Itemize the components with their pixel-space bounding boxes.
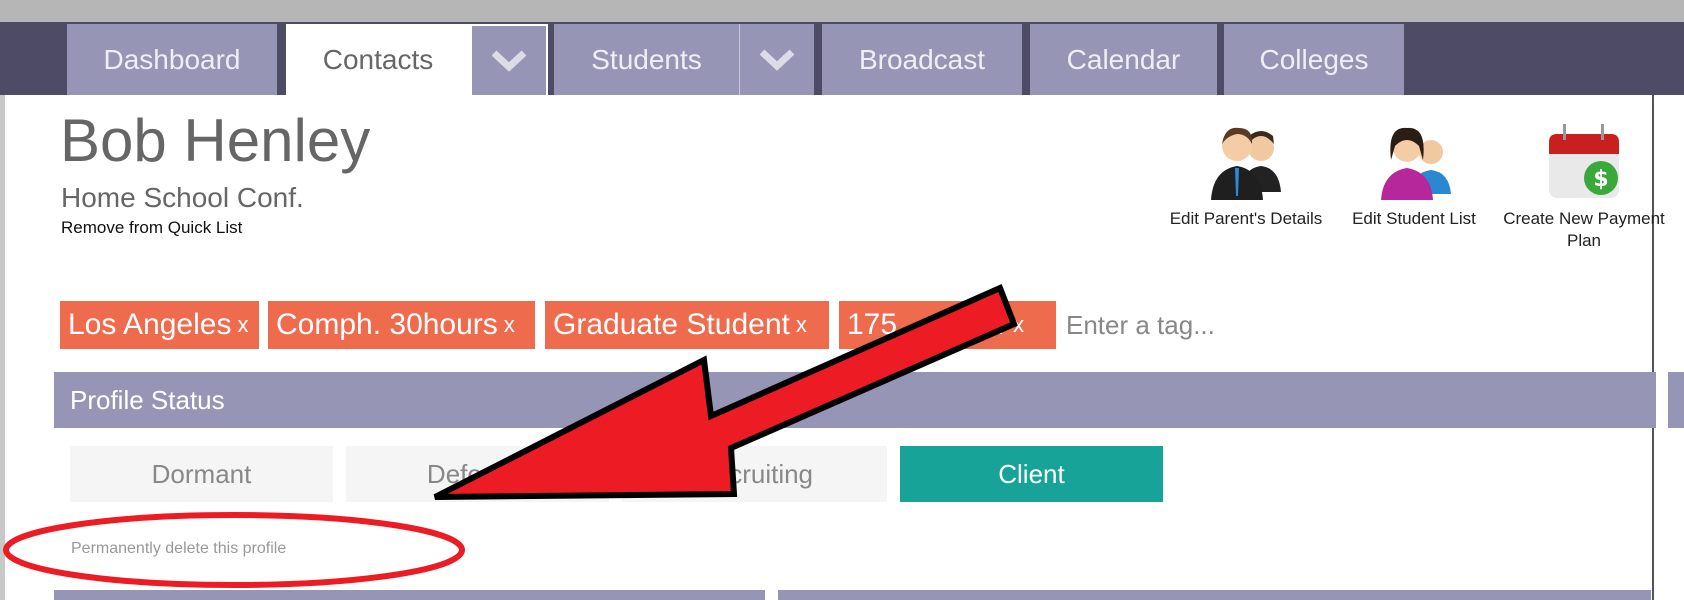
svg-text:$: $ (1593, 167, 1608, 192)
action-label: Edit Student List (1352, 209, 1476, 228)
action-label: Edit Parent's Details (1169, 209, 1323, 228)
tag-comph-30hours: Comph. 30hours x (268, 301, 535, 349)
remove-tag-icon[interactable]: x (237, 312, 248, 338)
remove-from-quick-list-link[interactable]: Remove from Quick List (61, 218, 242, 238)
tag-input[interactable] (1066, 305, 1366, 345)
status-recruiting-button[interactable]: Recruiting (622, 446, 887, 502)
contact-name: Bob Henley (60, 107, 371, 174)
section-title: Profile Status (70, 384, 225, 415)
tag-label: Los Angeles (68, 308, 232, 341)
tag-graduate-student: Graduate Student x (545, 301, 829, 349)
remove-tag-icon[interactable]: x (796, 312, 807, 338)
tab-students[interactable]: Students (554, 24, 739, 95)
tab-contacts[interactable]: Contacts (286, 24, 470, 95)
create-new-payment-plan-button[interactable]: $ Create New Payment Plan (1499, 120, 1669, 252)
payment-calendar-icon: $ (1549, 124, 1619, 198)
edit-parents-details-button[interactable]: Edit Parent's Details (1161, 120, 1331, 230)
tag-label: 175 ar (847, 308, 1008, 341)
side-panel-header (1668, 372, 1684, 428)
edit-student-list-button[interactable]: Edit Student List (1329, 120, 1499, 230)
tag-label: Comph. 30hours (276, 308, 498, 341)
contacts-dropdown-button[interactable] (470, 24, 548, 95)
left-border (0, 95, 5, 600)
section-header-left (54, 590, 765, 600)
students-dropdown-button[interactable] (739, 24, 814, 95)
action-label: Create New Payment Plan (1503, 209, 1665, 250)
tag-los-angeles: Los Angeles x (60, 301, 259, 349)
tab-calendar[interactable]: Calendar (1030, 24, 1217, 95)
status-deferred-button[interactable]: Deferred (346, 446, 609, 502)
remove-tag-icon[interactable]: x (504, 312, 515, 338)
profile-status-header: Profile Status (54, 372, 1656, 428)
tag-label: Graduate Student (553, 308, 790, 341)
chevron-down-icon (492, 49, 526, 72)
contact-organization: Home School Conf. (61, 182, 304, 213)
remove-tag-icon[interactable]: x (1013, 312, 1024, 338)
tab-broadcast[interactable]: Broadcast (822, 24, 1022, 95)
students-icon (1381, 127, 1451, 200)
chevron-down-icon (760, 48, 794, 71)
status-client-button[interactable]: Client (900, 446, 1163, 502)
section-header-right (778, 590, 1651, 600)
tab-dashboard[interactable]: Dashboard (67, 24, 277, 95)
status-dormant-button[interactable]: Dormant (70, 446, 333, 502)
permanently-delete-profile-link[interactable]: Permanently delete this profile (71, 540, 286, 558)
tab-colleges[interactable]: Colleges (1224, 24, 1404, 95)
tag-175: 175 ar x (839, 301, 1056, 349)
window-top-bar (0, 0, 1684, 22)
parents-icon (1211, 127, 1281, 200)
